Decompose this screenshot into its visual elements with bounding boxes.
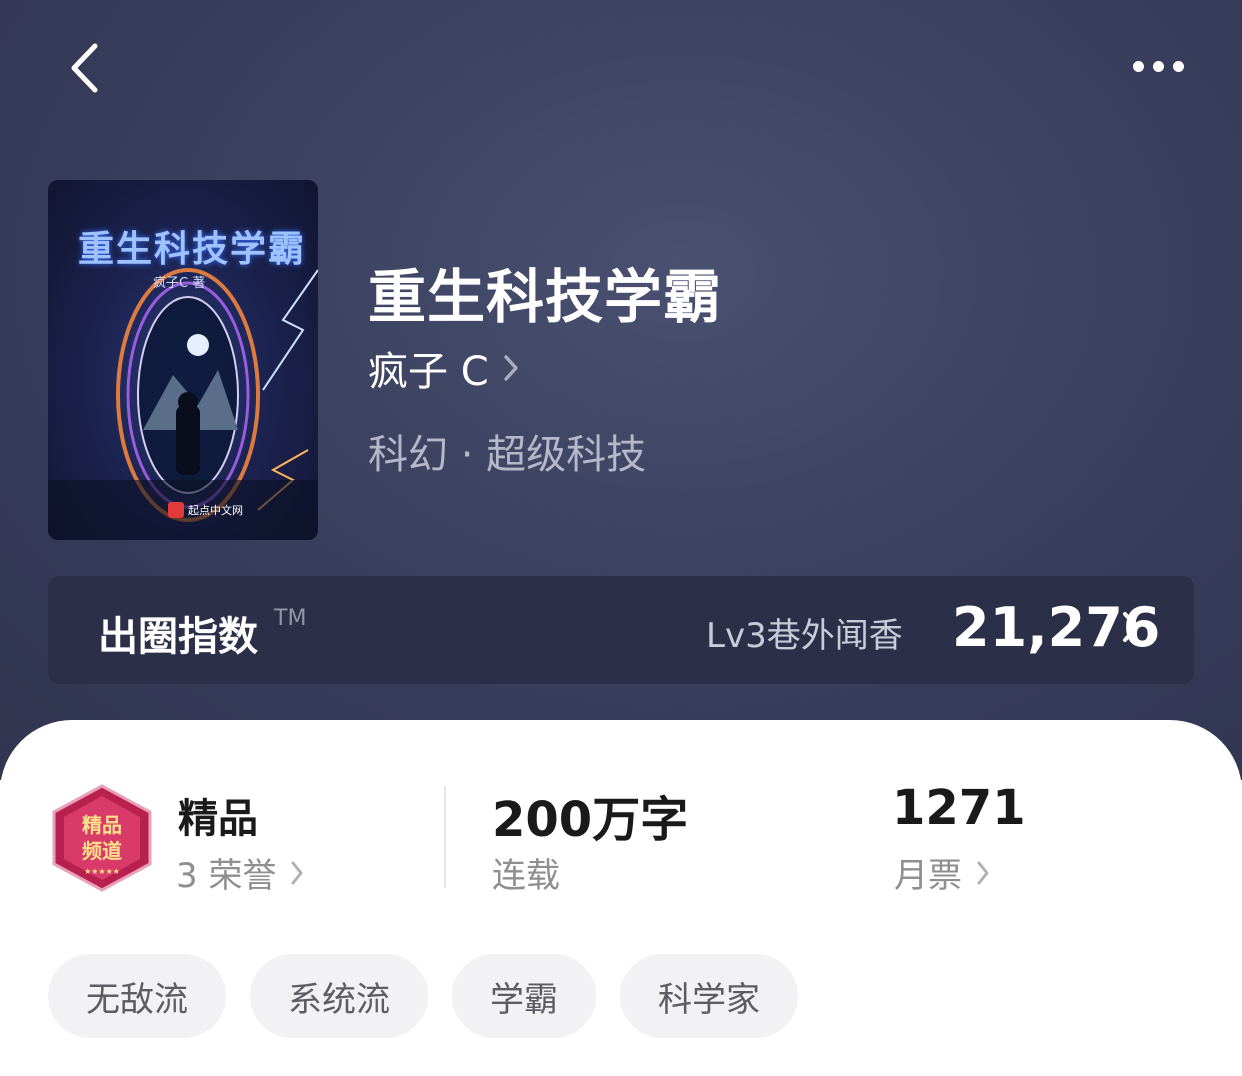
more-dot (1172, 60, 1184, 72)
book-header: 重生科技学霸 疯子C 著 起点中文网 重生科技学霸 疯子 C 科幻 · 超级科技… (0, 0, 1242, 780)
tag-list: 无敌流 系统流 学霸 科学家 (48, 954, 798, 1038)
book-category: 科幻 · 超级科技 (368, 432, 647, 478)
tag-chip[interactable]: 科学家 (620, 954, 798, 1038)
cover-publisher-name: 起点中文网 (188, 504, 243, 517)
stats-divider (444, 786, 446, 888)
monthly-ticket-count: 1271 (892, 780, 1026, 836)
cover-publisher: 起点中文网 (168, 502, 243, 518)
quality-badge-icon: 精品 频道 ★★★★★ (52, 784, 152, 892)
honors-link[interactable]: 3 荣誉 (176, 848, 304, 897)
quality-title: 精品 (178, 796, 258, 842)
book-cover[interactable]: 重生科技学霸 疯子C 著 起点中文网 (48, 180, 318, 540)
monthly-ticket-label: 月票 (894, 856, 962, 896)
word-count: 200万字 (492, 792, 689, 848)
circle-index-bar[interactable]: 出圈指数 TM Lv3巷外闻香 21,276 (48, 576, 1194, 684)
book-title: 重生科技学霸 (368, 263, 723, 331)
chevron-right-icon (1123, 612, 1139, 642)
more-dot (1152, 60, 1164, 72)
publisher-logo-icon (168, 502, 184, 518)
tag-chip[interactable]: 无敌流 (48, 954, 226, 1038)
more-horizontal-icon (1132, 60, 1144, 72)
tag-chip[interactable]: 学霸 (452, 954, 596, 1038)
more-button[interactable] (1120, 44, 1196, 88)
book-stats-card: 精品 频道 ★★★★★ 精品 3 荣誉 200万字 连载 1271 月票 无敌流… (0, 720, 1242, 1076)
chevron-right-icon (977, 861, 989, 884)
serial-status: 连载 (492, 848, 560, 897)
monthly-ticket-link[interactable]: 月票 (894, 848, 990, 897)
chevron-left-icon (71, 43, 98, 93)
badge-stars: ★★★★★ (84, 867, 120, 876)
serial-status-label: 连载 (492, 856, 560, 896)
circle-index-level: Lv3巷外闻香 (706, 616, 903, 656)
cover-title: 重生科技学霸 (78, 228, 307, 270)
author-name: 疯子 C (368, 349, 489, 395)
tag-chip[interactable]: 系统流 (250, 954, 428, 1038)
badge-text-bottom: 频道 (82, 839, 122, 863)
author-link[interactable]: 疯子 C (368, 344, 519, 395)
cover-author: 疯子C 著 (153, 276, 206, 291)
chevron-right-icon (503, 355, 518, 381)
circle-index-label: 出圈指数 (98, 614, 258, 660)
chevron-right-icon (291, 861, 303, 884)
back-button[interactable] (58, 38, 110, 98)
badge-text-top: 精品 (82, 813, 122, 837)
honors-count: 3 荣誉 (176, 856, 277, 896)
trademark-mark: TM (274, 606, 307, 631)
